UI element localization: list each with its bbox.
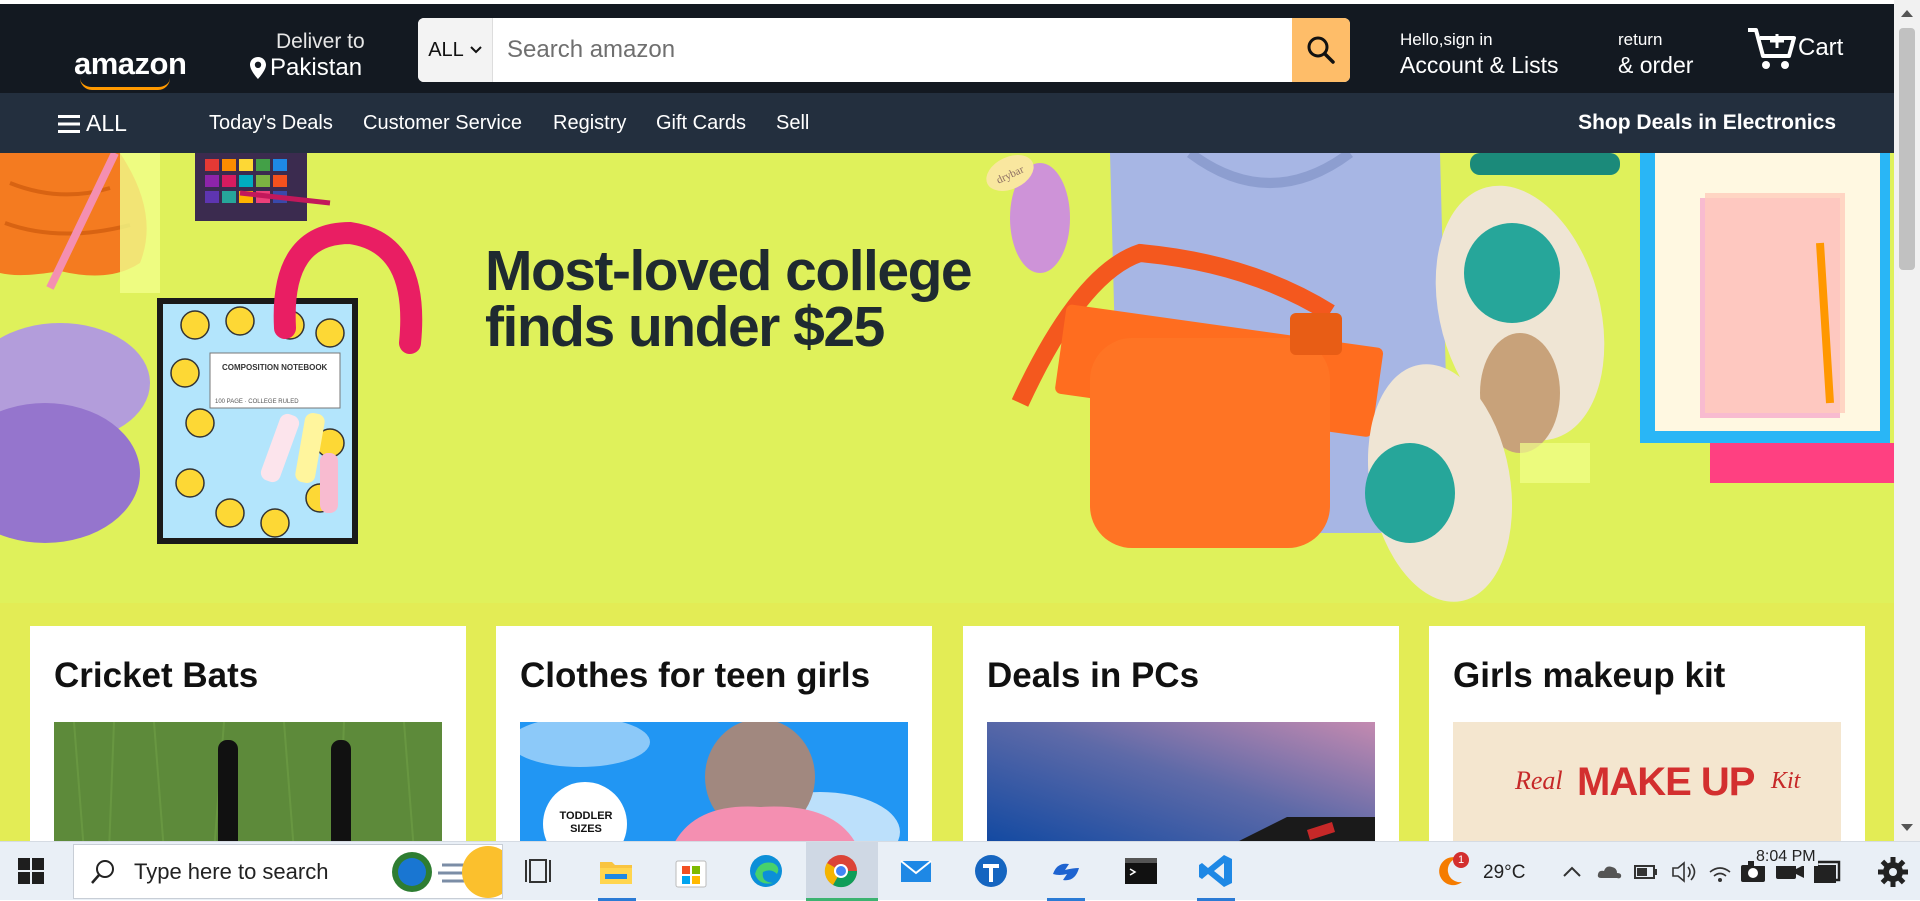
taskbar-search-box[interactable]: Type here to search [73,844,503,899]
card-title: Cricket Bats [54,656,259,695]
windows-start-icon[interactable] [18,858,44,884]
amazon-logo-smile [80,78,170,90]
card-cricket-bats[interactable]: Cricket Bats [30,626,466,841]
mail-icon[interactable] [897,852,935,890]
makeup-image-text-kit: Kit [1771,768,1801,794]
top-header: amazon Deliver to Pakistan ALL Search am… [0,0,1894,93]
chrome-browser-icon[interactable] [822,852,860,890]
search-highlight-icon [392,846,502,898]
account-greeting: Hello,sign in [1400,30,1493,49]
card-image[interactable]: TODDLER SIZES [520,722,908,841]
amazon-logo[interactable]: amazon [74,46,187,82]
search-bar: ALL [418,18,1350,82]
search-button[interactable] [1292,18,1350,82]
card-title: Clothes for teen girls [520,656,871,695]
account-lists-menu[interactable]: Hello,sign in Account & Lists [1400,30,1559,79]
card-title: Girls makeup kit [1453,656,1726,695]
search-icon [91,859,114,884]
edge-browser-icon[interactable] [747,852,785,890]
onedrive-cloud-icon[interactable] [1595,858,1623,886]
app-t-icon[interactable] [972,852,1010,890]
notebook-label: COMPOSITION NOTEBOOK [222,363,328,372]
deliver-to-selector[interactable]: Deliver to Pakistan [250,30,365,82]
cart-button[interactable]: Cart [1746,26,1843,72]
nav-bar: ALL Today's Deals Customer Service Regis… [0,93,1894,153]
notebook-sub: 100 PAGE · COLLEGE RULED [215,399,299,405]
nav-link-gift-cards[interactable]: Gift Cards [656,112,746,135]
deliver-location: Pakistan [270,54,363,81]
search-category-label: ALL [428,38,464,61]
weather-notification-badge: 1 [1453,852,1469,868]
card-deals-pcs[interactable]: Deals in PCs [963,626,1399,841]
hero-image: COMPOSITION NOTEBOOK 100 PAGE · COLLEGE … [0,153,1894,602]
file-explorer-icon[interactable] [597,852,635,890]
nav-link-customer-service[interactable]: Customer Service [363,112,522,135]
windows-taskbar: Type here to search 1 29°C 8:04 PM [0,841,1920,901]
nav-link-todays-deals[interactable]: Today's Deals [209,112,333,135]
card-image[interactable]: Real MAKE UP Kit [1453,722,1841,841]
clock-time[interactable]: 8:04 PM [1754,848,1818,866]
toddler-sizes-badge: TODDLER SIZES [559,810,613,835]
cart-icon [1748,28,1796,69]
battery-icon[interactable] [1632,858,1660,886]
makeup-image-text-main: MAKE UP [1577,760,1755,804]
makeup-image-text-real: Real [1515,766,1563,795]
hero-title-line1: Most-loved college [485,239,973,303]
temperature-readout[interactable]: 29°C [1483,862,1525,884]
location-pin-icon [250,57,266,79]
card-title: Deals in PCs [987,656,1200,695]
chevron-up-icon[interactable] [1558,858,1586,886]
hero-title-line2: finds under $25 [485,295,885,359]
card-clothes-teen-girls[interactable]: Clothes for teen girls TODDLER SIZES [496,626,932,841]
hero-headline: Most-loved college finds under $25 [485,239,973,359]
returns-orders-link[interactable]: return & order [1618,30,1693,79]
hamburger-menu-icon [58,114,80,133]
scroll-down-arrow-icon[interactable] [1901,824,1913,831]
scrollbar-thumb[interactable] [1899,28,1915,270]
microsoft-store-icon[interactable] [672,852,710,890]
remote-app-icon[interactable] [1047,852,1085,890]
account-label: Account & Lists [1400,52,1559,78]
all-menu-button[interactable]: ALL [58,110,127,137]
search-icon [1307,36,1335,64]
wifi-icon[interactable] [1706,858,1734,886]
scroll-up-arrow-icon[interactable] [1901,10,1913,17]
search-input[interactable] [493,18,1292,82]
card-image[interactable] [54,722,442,841]
card-image[interactable] [987,722,1375,841]
vscode-icon[interactable] [1197,852,1235,890]
orders-label: & order [1618,52,1694,78]
nav-link-sell[interactable]: Sell [776,112,809,135]
terminal-icon[interactable] [1122,852,1160,890]
cart-label: Cart [1798,34,1844,61]
returns-label: return [1618,30,1663,49]
vertical-scrollbar[interactable] [1894,0,1920,841]
all-menu-label: ALL [86,110,127,136]
hero-banner[interactable]: COMPOSITION NOTEBOOK 100 PAGE · COLLEGE … [0,153,1894,603]
taskbar-search-placeholder: Type here to search [134,858,329,884]
pc-deals-image [987,722,1375,841]
nav-link-registry[interactable]: Registry [553,112,626,135]
card-girls-makeup-kit[interactable]: Girls makeup kit Real MAKE UP Kit [1429,626,1865,841]
deliver-to-label: Deliver to [276,30,365,53]
cricket-bats-image [54,722,442,841]
settings-gear-icon[interactable] [1876,856,1910,888]
browser-viewport: amazon Deliver to Pakistan ALL Search am… [0,0,1894,841]
shop-electronics-deals-link[interactable]: Shop Deals in Electronics [1578,111,1836,135]
search-category-dropdown[interactable]: ALL [418,18,493,82]
task-view-icon[interactable] [522,852,560,890]
volume-icon[interactable] [1669,858,1697,886]
chevron-down-icon [470,46,482,54]
